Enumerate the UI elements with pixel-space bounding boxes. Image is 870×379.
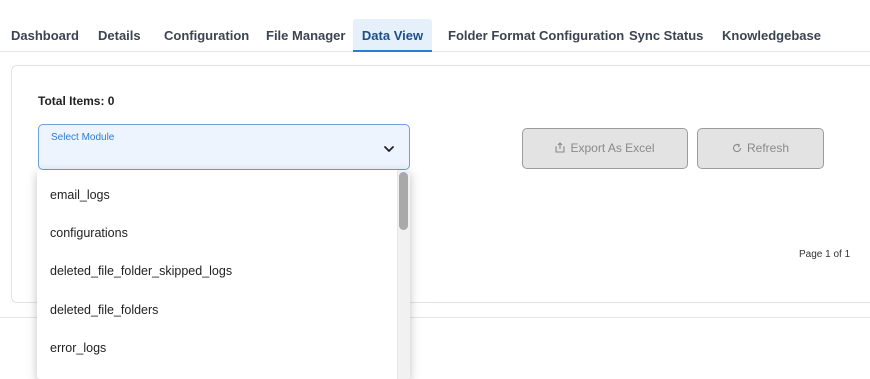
tab-file-manager[interactable]: File Manager: [266, 19, 345, 52]
refresh-icon: [732, 129, 742, 168]
dropdown-scrollbar[interactable]: [397, 170, 410, 379]
share-icon: [555, 129, 566, 168]
dropdown-option-error-logs[interactable]: error_logs: [50, 341, 106, 355]
total-items: Total Items: 0: [38, 94, 114, 108]
refresh-button[interactable]: Refresh: [697, 128, 824, 169]
dropdown-option-email-logs[interactable]: email_logs: [50, 188, 110, 202]
dropdown-option-deleted-file-folders[interactable]: deleted_file_folders: [50, 303, 158, 317]
module-select-label: Select Module: [51, 132, 115, 143]
tab-bar: Dashboard Details Configuration File Man…: [0, 19, 870, 52]
tab-details[interactable]: Details: [98, 19, 141, 52]
module-dropdown-menu: email_logs configurations deleted_file_f…: [37, 170, 410, 379]
chevron-down-icon: [384, 146, 394, 152]
module-select[interactable]: Select Module: [38, 124, 410, 170]
dropdown-option-deleted-file-folder-skipped-logs[interactable]: deleted_file_folder_skipped_logs: [50, 264, 232, 278]
tab-data-view[interactable]: Data View: [353, 19, 432, 52]
export-excel-button[interactable]: Export As Excel: [522, 128, 688, 169]
scrollbar-thumb[interactable]: [399, 172, 408, 230]
dropdown-option-configurations[interactable]: configurations: [50, 226, 128, 240]
pagination-text: Page 1 of 1: [799, 249, 851, 260]
total-items-label: Total Items:: [38, 94, 105, 108]
refresh-label: Refresh: [746, 141, 790, 155]
tab-configuration[interactable]: Configuration: [164, 19, 249, 52]
tab-sync-status[interactable]: Sync Status: [629, 19, 703, 52]
tab-folder-format-configuration[interactable]: Folder Format Configuration: [448, 19, 624, 52]
tab-dashboard[interactable]: Dashboard: [11, 19, 79, 52]
tab-knowledgebase[interactable]: Knowledgebase: [722, 19, 821, 52]
total-items-value: 0: [107, 94, 115, 108]
export-excel-label: Export As Excel: [570, 141, 655, 155]
